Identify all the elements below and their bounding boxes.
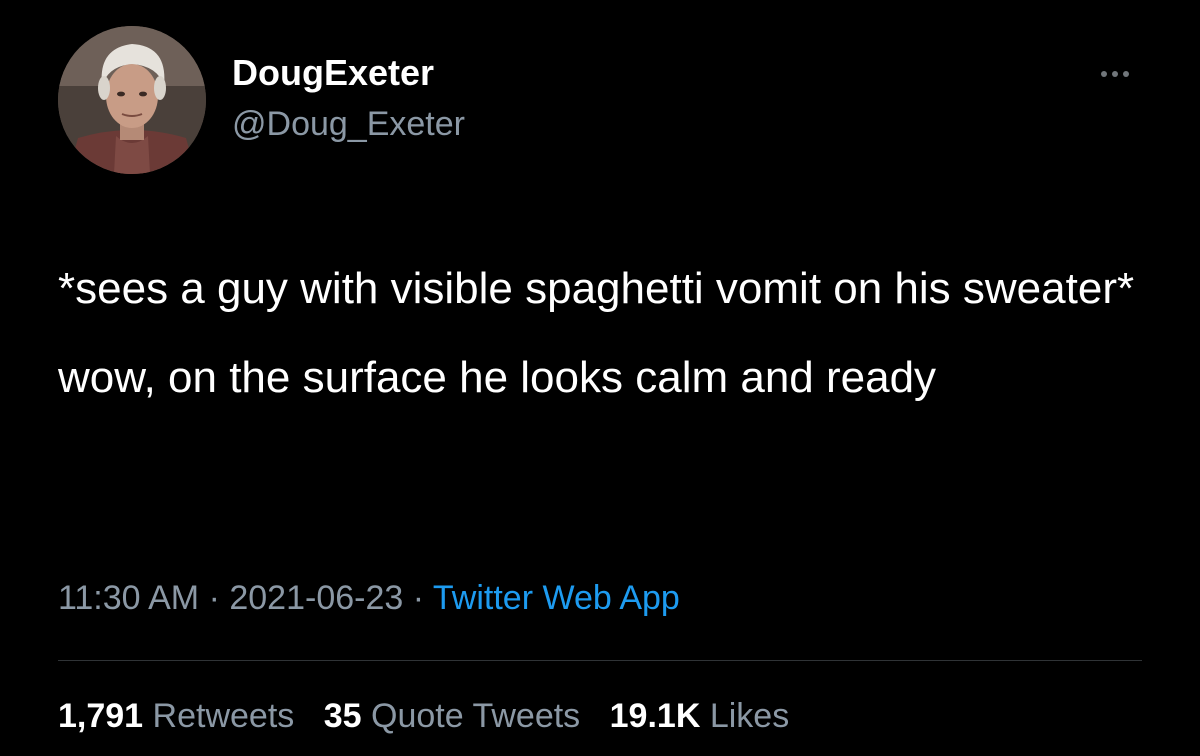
retweets-label: Retweets [152,697,295,735]
dot [1123,71,1129,77]
avatar[interactable] [58,26,206,174]
tweet-card: DougExeter @Doug_Exeter *sees a guy with… [0,0,1200,756]
tweet-stats: 1,791 Retweets 35 Quote Tweets 19.1K Lik… [58,694,809,738]
tweet-time[interactable]: 11:30 AM [58,579,199,617]
tweet-meta: 11:30 AM · 2021-06-23 · Twitter Web App [58,576,680,620]
user-handle[interactable]: @Doug_Exeter [232,104,465,144]
tweet-text: *sees a guy with visible spaghetti vomit… [58,264,1135,402]
likes-count: 19.1K [609,697,701,735]
quote-tweets-stat[interactable]: 35 Quote Tweets [324,694,580,738]
quote-tweets-count: 35 [323,697,362,735]
likes-label: Likes [709,697,790,735]
dot [1112,71,1118,77]
more-options-icon[interactable] [1090,62,1140,86]
quote-tweets-label: Quote Tweets [371,697,581,735]
display-name[interactable]: DougExeter [232,52,434,94]
dot [1101,71,1107,77]
likes-stat[interactable]: 19.1K Likes [610,694,790,738]
divider [58,660,1142,661]
tweet-source-link[interactable]: Twitter Web App [433,579,680,617]
retweets-stat[interactable]: 1,791 Retweets [58,694,294,738]
tweet-date[interactable]: 2021-06-23 [229,579,403,617]
meta-separator: · [199,579,230,617]
profile-photo-icon [58,26,206,174]
meta-separator: · [403,579,433,617]
retweets-count: 1,791 [58,697,144,735]
